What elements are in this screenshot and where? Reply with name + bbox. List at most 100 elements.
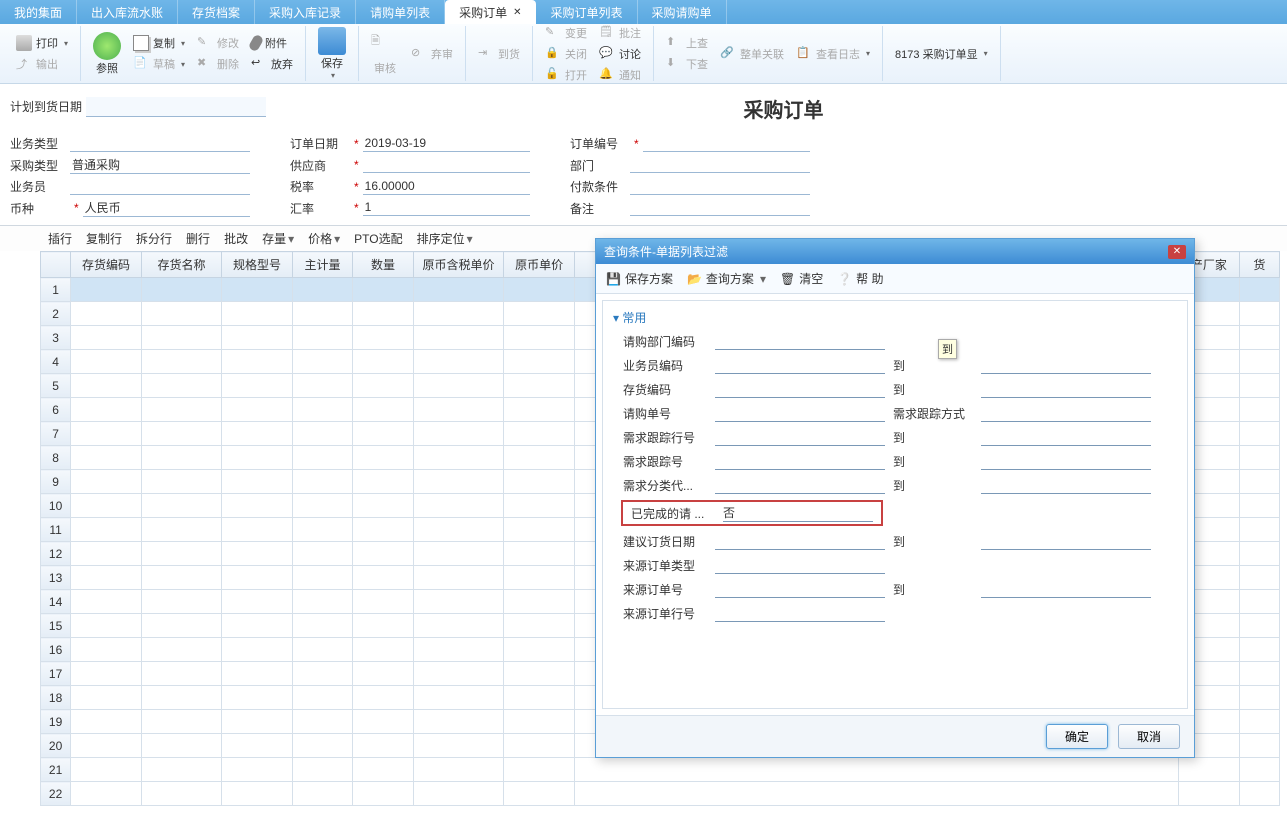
cell[interactable] [71,638,142,662]
cell[interactable] [222,494,293,518]
cell[interactable] [141,398,222,422]
cell[interactable] [222,422,293,446]
cell[interactable] [413,542,504,566]
cell[interactable] [292,278,352,302]
cell[interactable] [222,758,293,782]
col-2[interactable]: 存货名称 [141,252,222,278]
cell[interactable] [353,734,413,758]
filter-input-from[interactable] [715,604,885,622]
cell[interactable] [141,614,222,638]
cell[interactable] [504,302,575,326]
dialog-titlebar[interactable]: 查询条件-单据列表过滤 ✕ [596,239,1194,264]
row-num[interactable]: 10 [41,494,71,518]
cell[interactable] [504,710,575,734]
cell[interactable] [504,374,575,398]
cell[interactable] [504,662,575,686]
cell[interactable] [353,470,413,494]
row-num[interactable]: 20 [41,734,71,758]
tab-7[interactable]: 采购请购单 [638,0,727,24]
grid-tb-复制行[interactable]: 复制行 [86,230,122,247]
cell[interactable] [222,398,293,422]
grid-tb-插行[interactable]: 插行 [48,230,72,247]
field-currency[interactable]: 币种*人民币 [10,199,250,217]
close-icon[interactable]: ✕ [1168,245,1186,259]
modify-button[interactable]: ✎修改 [191,33,245,53]
cell[interactable] [1239,734,1279,758]
row-num[interactable]: 9 [41,470,71,494]
field-order_no[interactable]: 订单编号* [570,135,810,152]
tab-4[interactable]: 请购单列表 [356,0,445,24]
close-doc-button[interactable]: 🔒关闭 [539,44,593,64]
row-num[interactable]: 4 [41,350,71,374]
cell[interactable] [292,590,352,614]
field-pay_term[interactable]: 付款条件 [570,178,810,195]
cell[interactable] [1239,302,1279,326]
row-num[interactable]: 18 [41,686,71,710]
cell[interactable] [141,590,222,614]
field-exchange[interactable]: 汇率*1 [290,199,530,217]
cell[interactable] [504,278,575,302]
grid-tb-排序定位[interactable]: 排序定位▾ [417,230,473,247]
cell[interactable] [141,278,222,302]
filter-input-to[interactable] [981,356,1151,374]
cell[interactable] [292,662,352,686]
cell[interactable] [413,350,504,374]
cell[interactable] [353,374,413,398]
cell[interactable] [1239,278,1279,302]
cell[interactable] [574,758,1178,782]
field-biz_type[interactable]: 业务类型 [10,135,250,152]
cell[interactable] [1179,782,1239,806]
filter-input-to[interactable] [981,404,1151,422]
cell[interactable] [141,566,222,590]
cell[interactable] [292,734,352,758]
cell[interactable] [222,542,293,566]
cell[interactable] [353,398,413,422]
submit-button[interactable]: 🗒批注 [593,23,647,43]
cell[interactable] [413,302,504,326]
cell[interactable] [353,278,413,302]
cell[interactable] [504,734,575,758]
filter-input-from[interactable] [715,452,885,470]
cell[interactable] [71,446,142,470]
cell[interactable] [353,302,413,326]
tab-5[interactable]: 采购订单✕ [445,0,536,24]
grid-tb-存量[interactable]: 存量▾ [262,230,294,247]
close-tab-icon[interactable]: ✕ [513,7,521,18]
grid-tb-删行[interactable]: 删行 [186,230,210,247]
cell[interactable] [292,518,352,542]
cell[interactable] [1239,422,1279,446]
cell[interactable] [1239,662,1279,686]
cell[interactable] [1239,398,1279,422]
cell[interactable] [292,542,352,566]
print-button[interactable]: 打印▾ [10,33,74,53]
row-num[interactable]: 6 [41,398,71,422]
row-num[interactable]: 21 [41,758,71,782]
cell[interactable] [71,662,142,686]
cell[interactable] [292,782,352,806]
cell[interactable] [141,374,222,398]
field-operator[interactable]: 业务员 [10,178,250,195]
filter-input-from[interactable] [715,532,885,550]
cell[interactable] [222,350,293,374]
cell[interactable] [292,398,352,422]
cell[interactable] [222,782,293,806]
cell[interactable] [1179,758,1239,782]
cell[interactable] [504,542,575,566]
cell[interactable] [222,662,293,686]
cell[interactable] [292,326,352,350]
cell[interactable] [71,542,142,566]
cell[interactable] [353,590,413,614]
cell[interactable] [413,422,504,446]
cell[interactable] [141,518,222,542]
cell[interactable] [141,758,222,782]
row-num[interactable]: 8 [41,446,71,470]
cell[interactable] [413,662,504,686]
cell[interactable] [353,710,413,734]
help-button[interactable]: ❔帮 助 [837,270,883,287]
cell[interactable] [1239,758,1279,782]
cell[interactable] [504,590,575,614]
cell[interactable] [222,374,293,398]
row-num[interactable]: 19 [41,710,71,734]
cell[interactable] [222,518,293,542]
cell[interactable] [413,614,504,638]
